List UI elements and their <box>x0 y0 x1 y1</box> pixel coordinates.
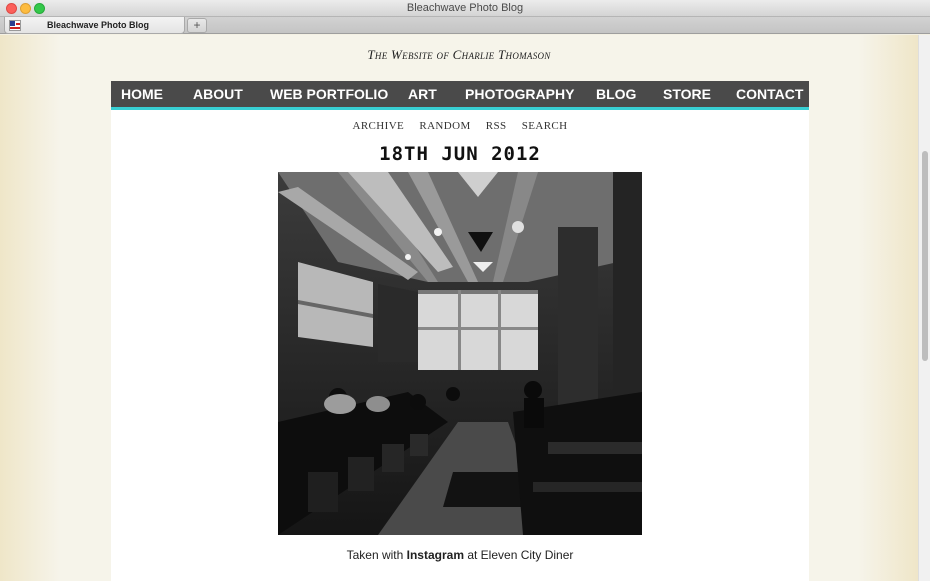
nav-store[interactable]: STORE <box>663 81 711 107</box>
caption-prefix: Taken with <box>346 548 407 562</box>
sub-nav-search[interactable]: SEARCH <box>522 120 568 132</box>
nav-photography[interactable]: PHOTOGRAPHY <box>465 81 574 107</box>
caption-instagram-link[interactable]: Instagram <box>407 548 464 562</box>
scrollbar-thumb[interactable] <box>922 151 928 361</box>
browser-tab[interactable]: Bleachwave Photo Blog <box>4 17 185 34</box>
post-content: ARCHIVE RANDOM RSS SEARCH 18TH JUN 2012 <box>111 110 809 581</box>
tab-bar: Bleachwave Photo Blog + <box>0 17 930 34</box>
window-title: Bleachwave Photo Blog <box>406 2 524 14</box>
post-date[interactable]: 18TH JUN 2012 <box>111 143 809 165</box>
nav-home[interactable]: HOME <box>121 81 163 107</box>
minimize-window-button[interactable] <box>20 3 31 14</box>
nav-about[interactable]: ABOUT <box>193 81 243 107</box>
sub-nav-random[interactable]: RANDOM <box>419 120 470 132</box>
page-viewport: The Website of Charlie Thomason HOME ABO… <box>0 35 918 581</box>
window-titlebar: Bleachwave Photo Blog <box>0 0 930 17</box>
close-window-button[interactable] <box>6 3 17 14</box>
site-title[interactable]: The Website of Charlie Thomason <box>0 47 918 63</box>
page-scrollbar[interactable] <box>918 35 930 581</box>
nav-art[interactable]: ART <box>408 81 437 107</box>
nav-web-portfolio[interactable]: WEB PORTFOLIO <box>270 81 388 107</box>
sub-nav: ARCHIVE RANDOM RSS SEARCH <box>111 120 809 132</box>
caption-suffix: at Eleven City Diner <box>464 548 574 562</box>
zoom-window-button[interactable] <box>34 3 45 14</box>
sub-nav-archive[interactable]: ARCHIVE <box>352 120 404 132</box>
post-photo[interactable] <box>278 172 642 535</box>
post-caption: Taken with Instagram at Eleven City Dine… <box>111 548 809 562</box>
new-tab-button[interactable]: + <box>187 18 207 33</box>
nav-blog[interactable]: BLOG <box>596 81 636 107</box>
browser-tab-title: Bleachwave Photo Blog <box>47 20 150 30</box>
sub-nav-rss[interactable]: RSS <box>486 120 507 132</box>
main-nav: HOME ABOUT WEB PORTFOLIO ART PHOTOGRAPHY… <box>111 81 809 110</box>
diner-interior-photo <box>278 172 642 535</box>
nav-contact[interactable]: CONTACT <box>736 81 803 107</box>
site-favicon-icon <box>9 20 21 31</box>
